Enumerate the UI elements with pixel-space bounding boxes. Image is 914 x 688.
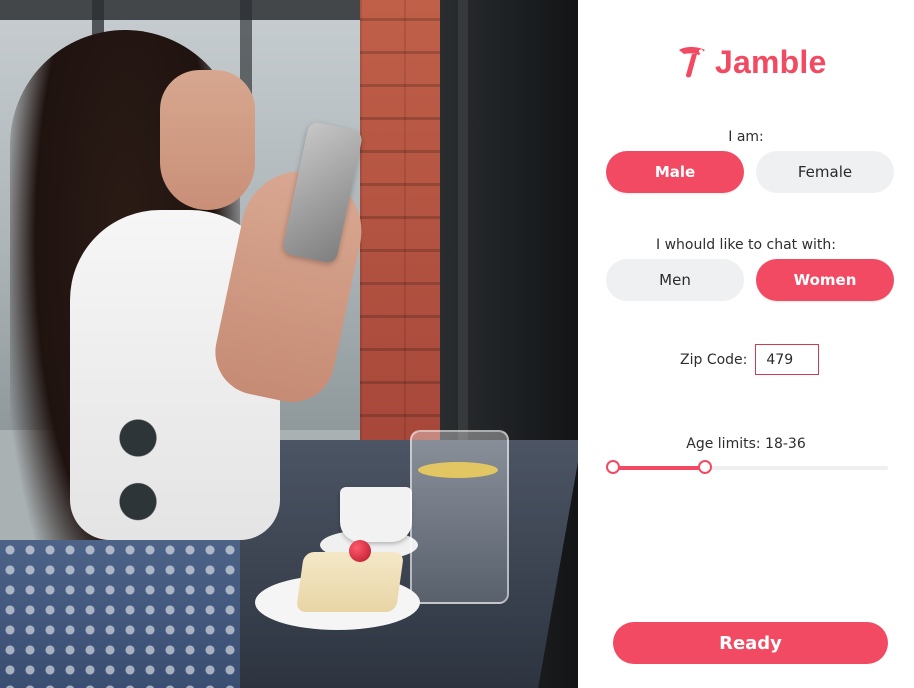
i-am-label: I am:: [728, 129, 764, 145]
ready-button[interactable]: Ready: [613, 622, 888, 664]
age-range-slider[interactable]: [606, 458, 888, 478]
age-min-thumb[interactable]: [606, 460, 620, 474]
photo-sunglasses: [118, 408, 158, 528]
photo-cup: [340, 487, 412, 542]
photo-window-frame: [0, 0, 360, 20]
age-slider-fill: [613, 466, 705, 470]
photo-brick-wall: [360, 0, 448, 450]
app-root: Jamble I am: Male Female I whould like t…: [0, 0, 914, 688]
zip-code-row: Zip Code:: [680, 344, 820, 375]
zip-code-input[interactable]: [755, 344, 820, 375]
brand-logo: Jamble: [675, 44, 826, 80]
age-max-thumb[interactable]: [698, 460, 712, 474]
i-am-male-button[interactable]: Male: [606, 151, 744, 193]
chat-with-women-button[interactable]: Women: [756, 259, 894, 301]
photo-lemon-slice: [418, 462, 498, 478]
chat-with-men-button[interactable]: Men: [606, 259, 744, 301]
photo-face: [160, 70, 255, 210]
photo-cake: [295, 552, 405, 612]
photo-glass: [410, 430, 509, 604]
jamble-bird-icon: [675, 44, 709, 80]
photo-strawberry: [349, 540, 371, 562]
hero-photo: [0, 0, 578, 688]
photo-skirt: [0, 540, 240, 688]
zip-code-label: Zip Code:: [680, 351, 748, 368]
i-am-female-button[interactable]: Female: [756, 151, 894, 193]
brand-name: Jamble: [715, 44, 827, 80]
age-limits-label: Age limits: 18-36: [686, 436, 806, 452]
chat-with-label: I whould like to chat with:: [655, 237, 837, 253]
